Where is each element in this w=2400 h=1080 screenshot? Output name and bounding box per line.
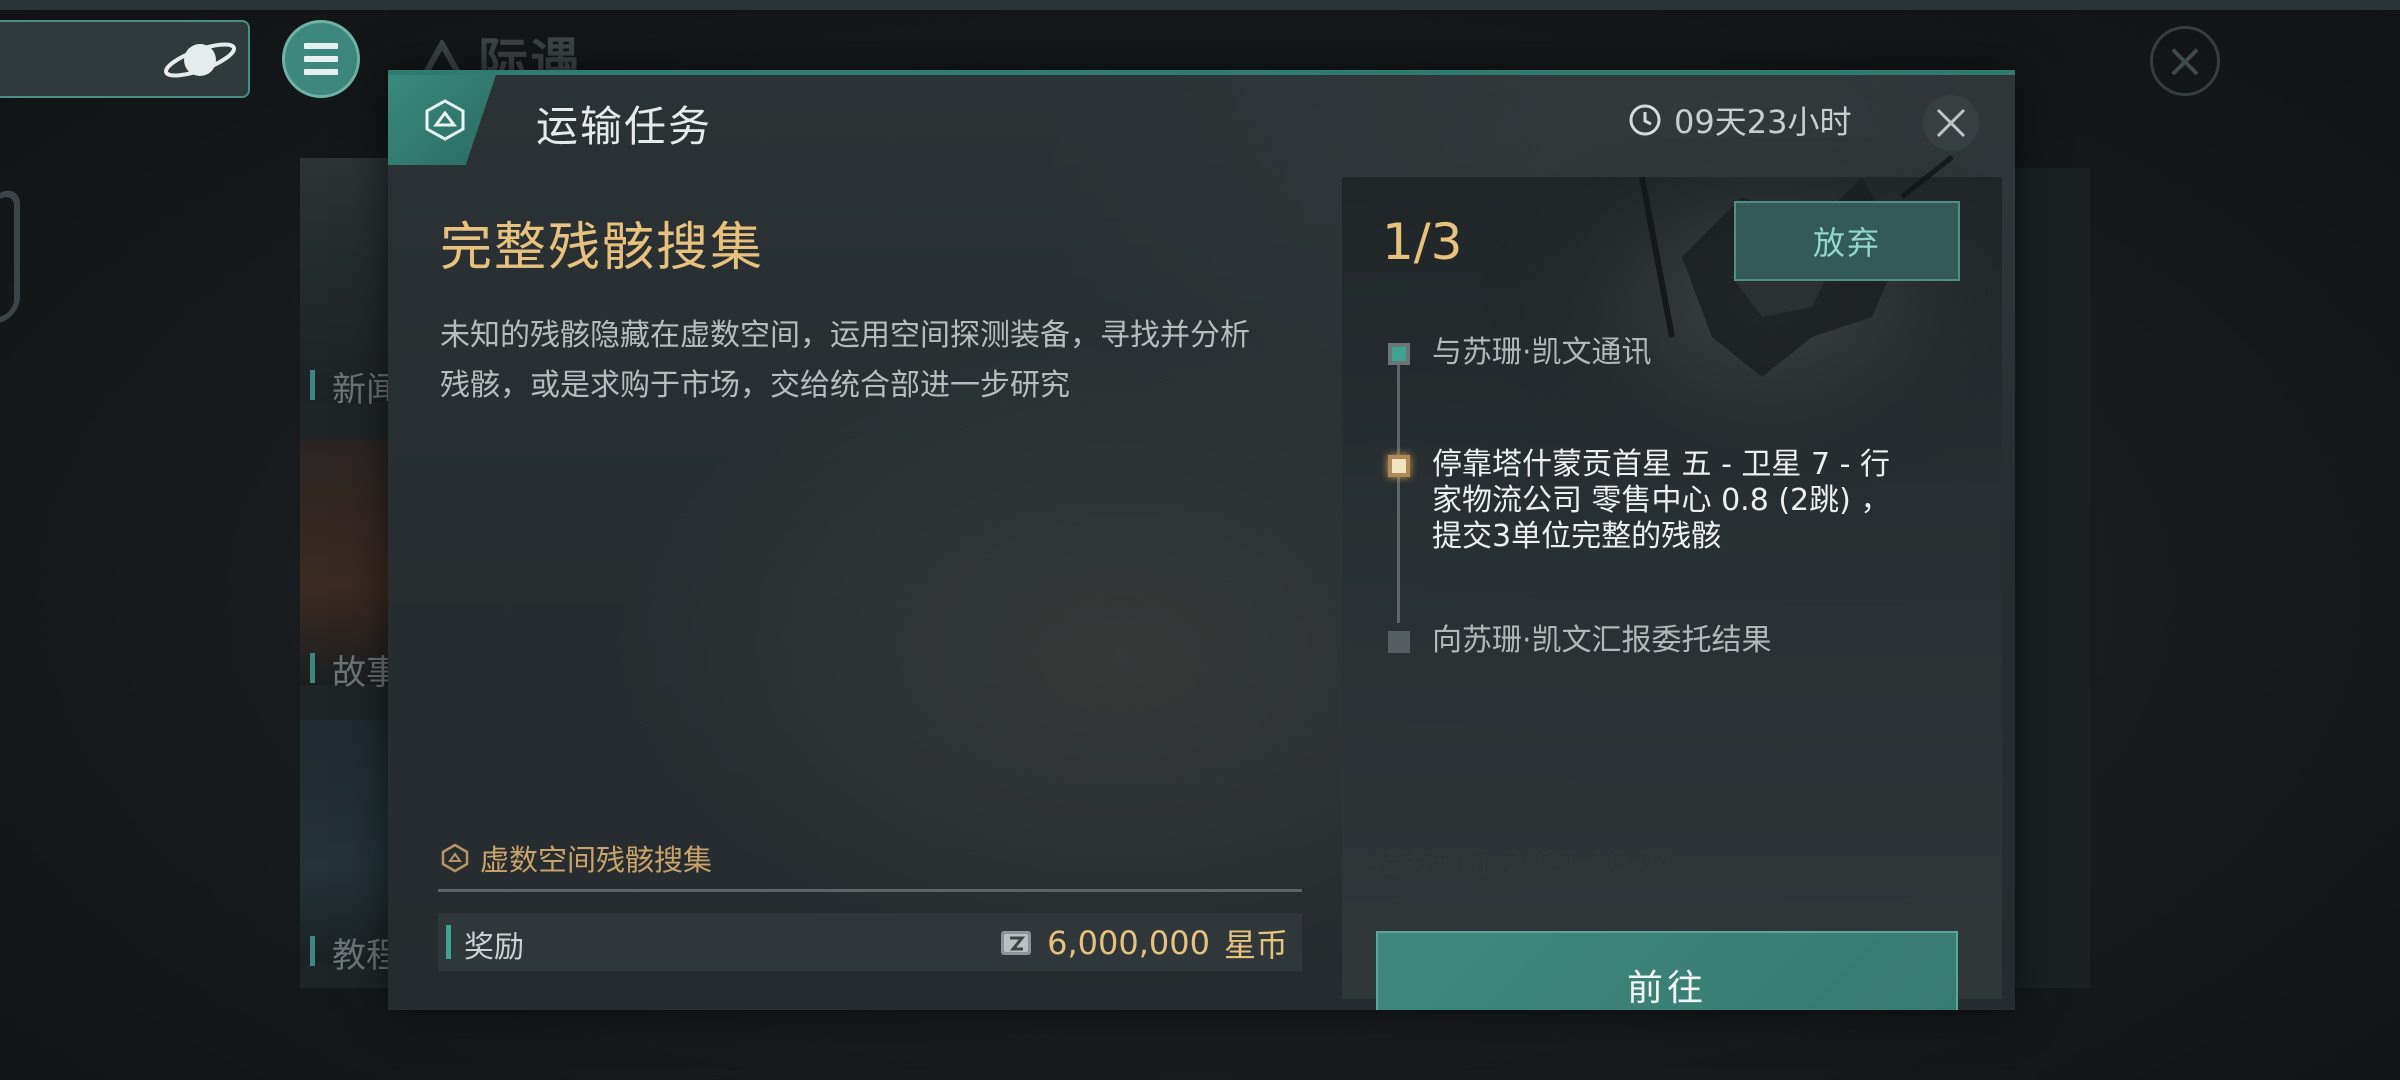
background-right-panel: [2010, 168, 2090, 988]
step-marker-current: [1388, 455, 1410, 477]
step-1: 与苏珊·凯文通讯: [1388, 335, 1892, 371]
close-icon: [1936, 108, 1966, 138]
clock-icon: [1629, 104, 1661, 136]
step-2: 停靠塔什蒙贡首星 五 - 卫星 7 - 行家物流公司 零售中心 0.8 (2跳)…: [1388, 447, 1892, 555]
dialog-title: 运输任务: [536, 102, 713, 151]
step-3: 向苏珊·凯文汇报委托结果: [1388, 623, 1892, 659]
steps-panel: 1/3 放弃 与苏珊·凯文通讯 停靠塔什蒙贡首星 五 - 卫星 7 - 行家物流…: [1342, 137, 2002, 1010]
mission-category: 虚数空间残骸搜集: [440, 837, 712, 879]
hexagon-icon: [441, 843, 469, 873]
reward-value: 6,000,000 星币: [999, 920, 1288, 966]
reward-label: 奖励: [464, 930, 524, 965]
mission-badge-icon: [425, 99, 465, 141]
step-marker-done: [1388, 343, 1410, 365]
go-button[interactable]: 前往: [1376, 931, 1958, 1010]
category-text: 虚数空间残骸搜集: [480, 843, 713, 877]
step-1-text: 与苏珊·凯文通讯: [1432, 335, 1652, 370]
mission-dialog: 运输任务 09天23小时 完整残骸搜集 未知的残骸隐藏在虚数空间，运用空间探测装…: [388, 70, 2015, 1010]
top-bar: [0, 0, 2400, 10]
step-marker-todo: [1388, 631, 1410, 653]
mission-description: 未知的残骸隐藏在虚数空间，运用空间探测装备，寻找并分析残骸，或是求购于市场，交给…: [440, 318, 1250, 403]
menu-icon: [304, 43, 338, 49]
abandon-button[interactable]: 放弃: [1734, 201, 1960, 281]
progress: 1/3: [1382, 213, 1463, 271]
step-3-text: 向苏珊·凯文汇报委托结果: [1432, 623, 1772, 658]
step-2-text: 停靠塔什蒙贡首星 五 - 卫星 7 - 行家物流公司 零售中心 0.8 (2跳)…: [1432, 447, 1891, 554]
card-label-tutorial: 教程: [310, 928, 400, 977]
star-coin-icon: [1001, 931, 1032, 955]
reward-amount: 6,000,000: [1047, 924, 1210, 962]
mission-name: 完整残骸搜集: [440, 218, 765, 278]
planet-icon: [163, 42, 237, 78]
reward-unit: 星币: [1223, 926, 1288, 964]
reward-bar: 奖励 6,000,000 星币: [438, 913, 1302, 971]
background-close-button[interactable]: ×: [2150, 26, 2220, 96]
menu-button[interactable]: [282, 20, 360, 98]
wreckage-art: [1482, 137, 2002, 497]
card-label-story: 故事: [310, 645, 400, 694]
divider: [438, 889, 1302, 892]
card-label-news: 新闻: [310, 362, 400, 411]
close-icon: ×: [2164, 33, 2206, 89]
